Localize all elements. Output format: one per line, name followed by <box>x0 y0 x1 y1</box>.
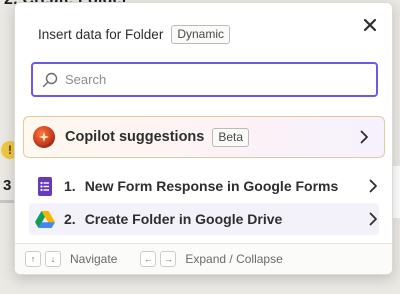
close-icon <box>363 18 377 32</box>
google-drive-icon <box>35 209 55 229</box>
background-card-edge <box>392 166 400 218</box>
copilot-suggestions-row[interactable]: Copilot suggestions Beta <box>23 116 385 158</box>
popover-title: Insert data for Folder <box>38 27 164 42</box>
google-forms-icon <box>35 176 55 196</box>
step-number: 2. <box>64 211 76 227</box>
step-option-google-drive[interactable]: 2. Create Folder in Google Drive <box>29 203 379 235</box>
beta-badge: Beta <box>212 127 250 147</box>
step-number: 1. <box>64 178 76 194</box>
search-box[interactable] <box>31 62 378 97</box>
keyboard-hints-footer: ↑ ↓ Navigate ← → Expand / Collapse <box>15 243 392 274</box>
step-option-google-forms[interactable]: 1. New Form Response in Google Forms <box>29 170 379 202</box>
navigate-hint: Navigate <box>70 252 118 266</box>
chevron-right-icon <box>367 179 379 193</box>
popover-header: Insert data for Folder Dynamic <box>38 25 230 44</box>
step-name: New Form Response in Google Forms <box>84 178 339 194</box>
search-input[interactable] <box>61 64 376 95</box>
chevron-right-icon <box>358 130 370 144</box>
arrow-left-key-icon: ← <box>140 251 157 267</box>
close-button[interactable] <box>360 15 380 35</box>
arrow-up-key-icon: ↑ <box>25 251 41 267</box>
arrow-right-key-icon: → <box>160 251 177 267</box>
search-icon <box>39 69 61 91</box>
background-step-number: 3 <box>3 177 12 194</box>
chevron-right-icon <box>367 212 379 226</box>
insert-data-popover: Insert data for Folder Dynamic Copilot s… <box>14 2 393 275</box>
copilot-icon <box>33 126 55 148</box>
copilot-label: Copilot suggestions <box>65 129 205 145</box>
step-name: Create Folder in Google Drive <box>84 211 283 227</box>
dynamic-tag: Dynamic <box>171 25 230 44</box>
expand-collapse-hint: Expand / Collapse <box>185 252 283 266</box>
arrow-down-key-icon: ↓ <box>45 251 61 267</box>
